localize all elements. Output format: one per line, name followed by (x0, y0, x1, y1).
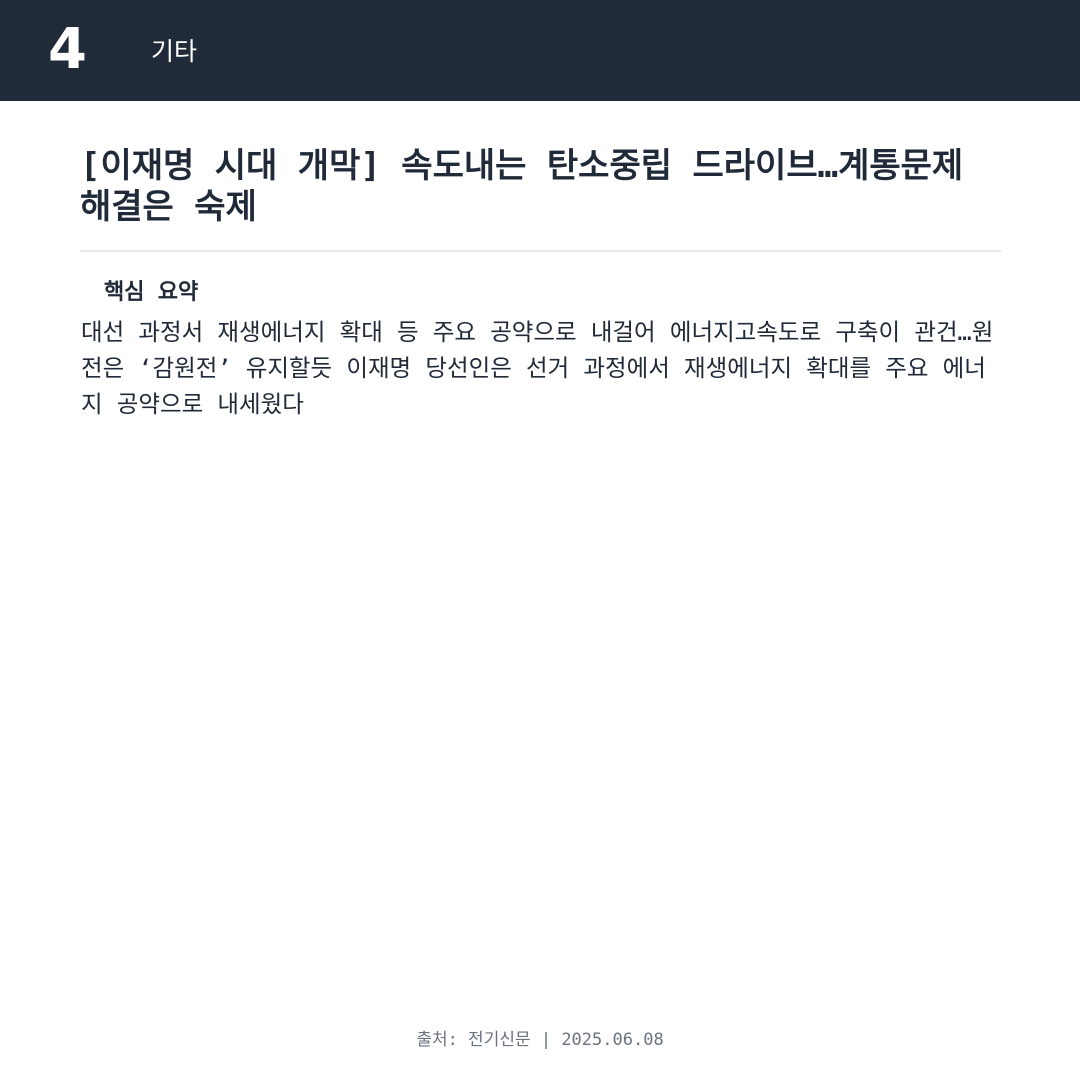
article-title: [이재명 시대 개막] 속도내는 탄소중립 드라이브…계통문제 해결은 숙제 (80, 146, 964, 227)
source-footer: 출처: 전기신문 | 2025.06.08 (416, 1030, 664, 1050)
header-bar: 4 기타 (0, 0, 1080, 101)
title-divider (80, 250, 1001, 252)
summary-text: 대선 과정서 재생에너지 확대 등 주요 공약으로 내걸어 에너지고속도로 구축… (81, 318, 994, 418)
item-number: 4 (48, 17, 87, 82)
summary-heading: 핵심 요약 (104, 280, 199, 305)
category-label: 기타 (151, 37, 198, 66)
